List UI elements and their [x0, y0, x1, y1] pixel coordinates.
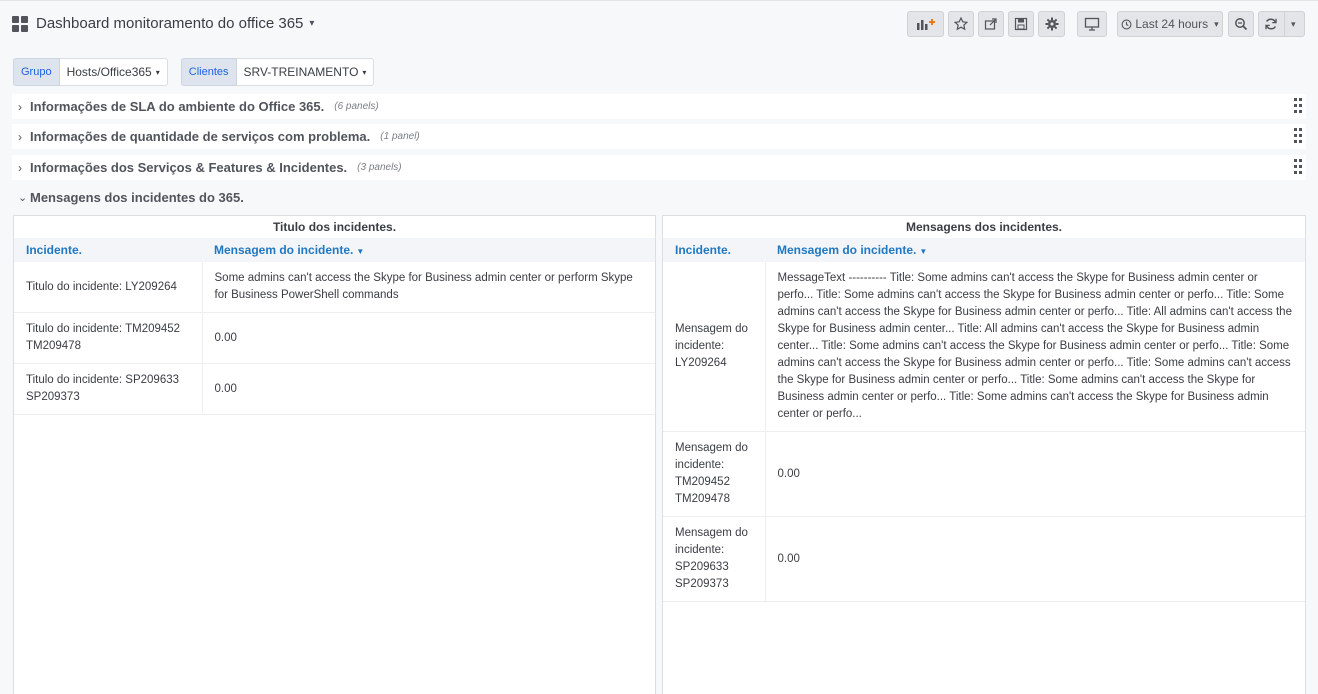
- table-cell: 0.00: [765, 516, 1305, 602]
- table-cell: Mensagem do incidente: TM209452 TM209478: [663, 431, 766, 517]
- variable-clientes-select[interactable]: SRV-TREINAMENTO ▾: [236, 58, 375, 86]
- share-icon: [984, 18, 997, 30]
- table-cell: 0.00: [765, 431, 1305, 517]
- refresh-icon: [1265, 18, 1277, 30]
- collapsed-row[interactable]: › Informações de quantidade de serviços …: [12, 124, 1306, 149]
- row-panel-count: (1 panel): [380, 131, 420, 142]
- gear-icon: [1045, 17, 1058, 31]
- zoom-out-icon: [1235, 18, 1248, 31]
- chevron-down-icon: ▾: [1214, 18, 1219, 29]
- monitor-icon: [1084, 17, 1100, 31]
- dashboard-picker[interactable]: Dashboard monitoramento do office 365 ▾: [12, 15, 314, 32]
- chevron-down-icon: ⌄: [18, 192, 28, 204]
- chevron-down-icon: ▾: [362, 67, 367, 77]
- refresh-button[interactable]: ▾: [1258, 11, 1305, 37]
- save-button[interactable]: [1008, 11, 1034, 37]
- star-button[interactable]: [948, 11, 974, 37]
- table-cell: Titulo do incidente: TM209452 TM209478: [14, 312, 203, 364]
- panel-title[interactable]: Mensagens dos incidentes.: [663, 216, 1305, 238]
- table-cell: Some admins can't access the Skype for B…: [202, 262, 655, 313]
- row-title[interactable]: Informações dos Serviços & Features & In…: [30, 160, 347, 175]
- column-header[interactable]: Mensagem do incidente. ▼: [202, 238, 655, 262]
- table-row: Titulo do incidente: TM209452 TM209478 0…: [14, 312, 655, 364]
- clock-icon: [1121, 19, 1132, 29]
- column-header[interactable]: Incidente.: [663, 238, 765, 262]
- table-cell: 0.00: [202, 312, 655, 364]
- table-cell: Mensagem do incidente: SP209633 SP209373: [663, 516, 766, 602]
- column-header[interactable]: Mensagem do incidente. ▼: [765, 238, 1305, 262]
- variable-grupo: Grupo Hosts/Office365 ▾: [13, 58, 168, 86]
- messages-table: Incidente. Mensagem do incidente. ▼ Mensa…: [663, 238, 1305, 602]
- settings-button[interactable]: [1038, 11, 1065, 37]
- variable-value: SRV-TREINAMENTO: [243, 65, 359, 79]
- variable-label: Clientes: [180, 58, 237, 86]
- variable-value: Hosts/Office365: [66, 65, 152, 79]
- variable-grupo-select[interactable]: Hosts/Office365 ▾: [59, 58, 168, 86]
- chevron-right-icon: ›: [18, 99, 22, 114]
- table-cell: Mensagem do incidente: LY209264: [663, 262, 766, 432]
- add-panel-button[interactable]: [907, 11, 944, 37]
- add-panel-icon: [916, 19, 935, 30]
- table-panel-mensagens: Mensagens dos incidentes. Incidente. Men…: [662, 215, 1306, 694]
- chevron-down-icon: ▾: [155, 67, 160, 77]
- save-icon: [1014, 17, 1028, 31]
- row-panel-count: (3 panels): [357, 162, 402, 173]
- drag-handle-icon[interactable]: [1294, 98, 1302, 114]
- variable-label: Grupo: [13, 58, 60, 86]
- row-title[interactable]: Mensagens dos incidentes do 365.: [30, 190, 244, 205]
- column-header[interactable]: Incidente.: [14, 238, 202, 262]
- chevron-right-icon: ›: [18, 129, 22, 144]
- table-cell: Titulo do incidente: SP209633 SP209373: [14, 363, 203, 415]
- row-panel-count: (6 panels): [334, 101, 379, 112]
- chevron-down-icon[interactable]: ▾: [309, 18, 314, 29]
- table-row: Mensagem do incidente: SP209633 SP209373…: [663, 516, 1305, 602]
- table-row: Titulo do incidente: LY209264 Some admin…: [14, 262, 655, 313]
- refresh-interval-dropdown[interactable]: ▾: [1291, 19, 1296, 30]
- view-mode-button[interactable]: [1077, 11, 1107, 37]
- table-cell: MessageText ---------- Title: Some admin…: [765, 262, 1305, 432]
- time-range-label: Last 24 hours: [1135, 17, 1209, 31]
- template-variables: Grupo Hosts/Office365 ▾ Clientes SRV-TREI…: [13, 58, 387, 86]
- table-panel-titulos: Titulo dos incidentes. Incidente. Mensag…: [13, 215, 656, 694]
- panel-title[interactable]: Titulo dos incidentes.: [14, 216, 655, 238]
- incidents-table: Incidente. Mensagem do incidente. ▼ Titul…: [14, 238, 655, 415]
- drag-handle-icon[interactable]: [1294, 128, 1302, 144]
- dashboard-title[interactable]: Dashboard monitoramento do office 365: [36, 15, 303, 32]
- sort-desc-icon: ▼: [919, 247, 928, 256]
- share-button[interactable]: [978, 11, 1004, 37]
- table-cell: 0.00: [202, 363, 655, 415]
- sort-desc-icon: ▼: [356, 247, 365, 256]
- collapsed-row[interactable]: › Informações dos Serviços & Features & …: [12, 155, 1306, 180]
- table-row: Mensagem do incidente: TM209452 TM209478…: [663, 431, 1305, 517]
- dashboard-grid-icon: [12, 15, 28, 32]
- top-navbar: Dashboard monitoramento do office 365 ▾ …: [0, 0, 1318, 48]
- variable-clientes: Clientes SRV-TREINAMENTO ▾: [180, 58, 375, 86]
- table-row: Mensagem do incidente: LY209264 MessageT…: [663, 262, 1305, 432]
- chevron-right-icon: ›: [18, 160, 22, 175]
- drag-handle-icon[interactable]: [1294, 159, 1302, 175]
- zoom-out-button[interactable]: [1228, 11, 1254, 37]
- time-picker-button[interactable]: Last 24 hours ▾: [1117, 11, 1223, 37]
- star-icon: [954, 17, 968, 31]
- collapsed-row[interactable]: › Informações de SLA do ambiente do Offi…: [12, 94, 1306, 119]
- table-cell: Titulo do incidente: LY209264: [14, 262, 203, 313]
- table-row: Titulo do incidente: SP209633 SP209373 0…: [14, 363, 655, 415]
- expanded-row[interactable]: ⌄ Mensagens dos incidentes do 365.: [12, 185, 1306, 210]
- row-title[interactable]: Informações de SLA do ambiente do Office…: [30, 99, 324, 114]
- row-title[interactable]: Informações de quantidade de serviços co…: [30, 129, 370, 144]
